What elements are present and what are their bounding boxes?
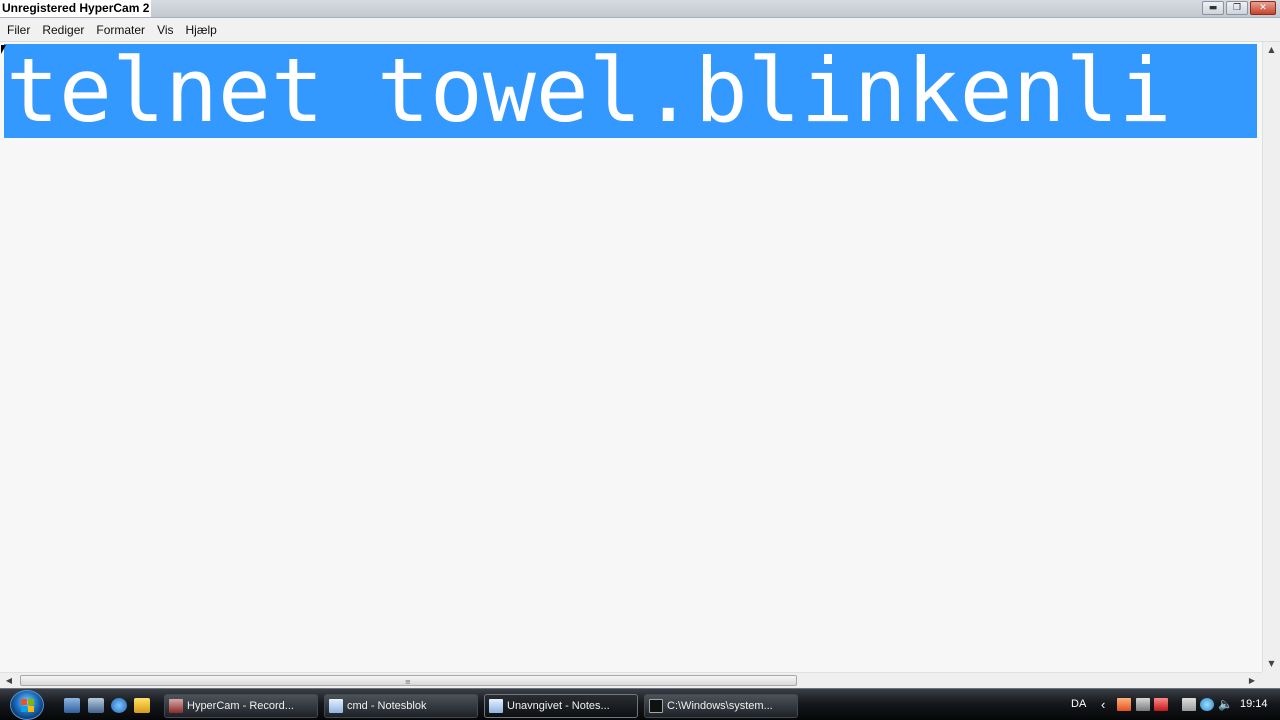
window-controls: ▬ ❐ ✕ [1202, 1, 1276, 15]
menu-hjaelp[interactable]: Hjælp [180, 20, 223, 40]
show-desktop-icon[interactable] [64, 698, 80, 713]
language-indicator[interactable]: DA [1071, 698, 1086, 710]
show-hidden-icons-chevron-icon[interactable]: ‹ [1101, 697, 1105, 712]
network-icon[interactable] [1200, 698, 1214, 711]
scroll-left-icon[interactable]: ◀ [1, 673, 17, 689]
minimize-button[interactable]: ▬ [1202, 1, 1224, 15]
hypercam-watermark: Unregistered HyperCam 2 [0, 0, 152, 17]
taskbar-item-unavngivet-notepad[interactable]: Unavngivet - Notes... [484, 694, 638, 718]
switch-windows-icon[interactable] [88, 698, 104, 713]
menu-vis[interactable]: Vis [151, 20, 179, 40]
start-button[interactable] [10, 690, 44, 720]
taskbar-item-label: C:\Windows\system... [667, 700, 773, 712]
cmd-icon [649, 699, 663, 713]
horizontal-scroll-thumb[interactable]: ≡ [20, 675, 797, 686]
scroll-up-icon[interactable]: ▲ [1263, 42, 1280, 58]
editor-text: telnet towel.blinkenli [6, 44, 1172, 138]
maximize-button[interactable]: ❐ [1226, 1, 1248, 15]
taskbar-item-label: cmd - Notesblok [347, 700, 427, 712]
screen: Unregistered HyperCam 2 ▬ ❐ ✕ Filer Redi… [0, 0, 1280, 720]
scroll-down-icon[interactable]: ▼ [1263, 656, 1280, 672]
taskbar-item-command-prompt[interactable]: C:\Windows\system... [644, 694, 798, 718]
scroll-right-icon[interactable]: ▶ [1244, 673, 1260, 689]
selected-text-highlight: telnet towel.blinkenli [4, 44, 1257, 138]
hypercam-icon [169, 699, 183, 713]
grip-icon: ≡ [405, 678, 411, 686]
taskbar-item-label: HyperCam - Record... [187, 700, 294, 712]
taskbar: HyperCam - Record... cmd - Notesblok Una… [0, 688, 1280, 720]
notepad-icon [329, 699, 343, 713]
taskbar-item-label: Unavngivet - Notes... [507, 700, 610, 712]
close-button[interactable]: ✕ [1250, 1, 1276, 15]
volume-icon[interactable]: 🔈 [1218, 697, 1233, 711]
menu-bar: Filer Rediger Formater Vis Hjælp [0, 18, 1280, 42]
vertical-scrollbar[interactable]: ▲ ▼ [1262, 42, 1280, 672]
taskbar-item-cmd-notepad[interactable]: cmd - Notesblok [324, 694, 478, 718]
menu-rediger[interactable]: Rediger [36, 20, 90, 40]
horizontal-scrollbar[interactable]: ◀ ≡ ▶ [0, 672, 1262, 688]
tray-app-icon[interactable] [1117, 698, 1131, 711]
mouse-cursor-icon [1, 45, 6, 54]
notepad-icon [489, 699, 503, 713]
text-editor-area[interactable]: telnet towel.blinkenli [0, 42, 1262, 672]
tray-hypercam-icon[interactable] [1154, 698, 1168, 711]
clock[interactable]: 19:14 [1240, 698, 1268, 710]
menu-formater[interactable]: Formater [90, 20, 151, 40]
title-bar[interactable]: Unregistered HyperCam 2 ▬ ❐ ✕ [0, 0, 1280, 18]
menu-filer[interactable]: Filer [1, 20, 36, 40]
tray-device-icon[interactable] [1182, 698, 1196, 711]
tray-printer-icon[interactable] [1136, 698, 1150, 711]
media-player-icon[interactable] [134, 698, 150, 713]
internet-explorer-icon[interactable] [111, 698, 127, 713]
taskbar-item-hypercam[interactable]: HyperCam - Record... [164, 694, 318, 718]
windows-logo-icon [21, 699, 34, 712]
size-grip[interactable] [1262, 672, 1280, 688]
